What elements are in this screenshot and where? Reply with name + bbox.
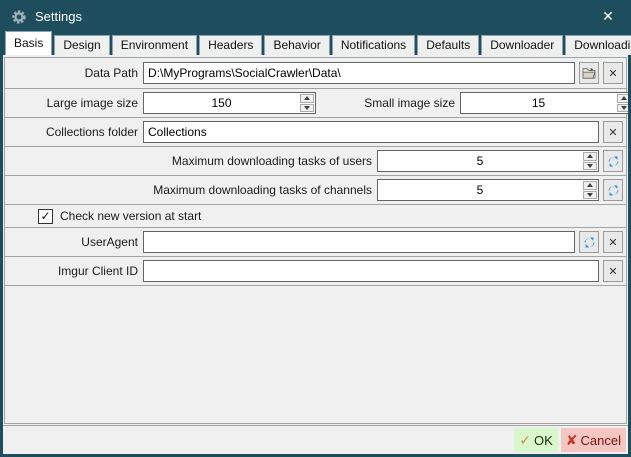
collections-folder-label: Collections folder (8, 125, 138, 139)
collections-folder-input[interactable] (143, 121, 599, 143)
cancel-x-icon: ✘ (566, 432, 578, 449)
max-tasks-users-row: Maximum downloading tasks of users (4, 146, 627, 176)
spinner-arrows (582, 180, 598, 200)
spin-up-button[interactable] (583, 181, 597, 190)
spin-down-button[interactable] (617, 104, 628, 113)
max-tasks-channels-row: Maximum downloading tasks of channels (4, 175, 627, 205)
checkmark-icon: ✓ (40, 210, 50, 222)
refresh-icon (607, 184, 620, 197)
max-tasks-users-input[interactable] (378, 151, 582, 171)
tab-basis[interactable]: Basis (5, 31, 52, 55)
spin-up-button[interactable] (583, 152, 597, 161)
max-tasks-users-spinner (377, 150, 599, 172)
spinner-arrows (616, 93, 628, 113)
image-sizes-row: Large image size Small image size (4, 88, 627, 118)
basis-tab-page: Data Path ✕ Large image size Sm (3, 55, 628, 425)
clear-icon: ✕ (608, 236, 617, 249)
max-tasks-users-label: Maximum downloading tasks of users (8, 154, 372, 168)
clear-collections-button[interactable]: ✕ (603, 121, 623, 143)
useragent-row: UserAgent ✕ (4, 227, 627, 257)
useragent-input[interactable] (143, 231, 575, 253)
refresh-icon (583, 236, 596, 249)
small-image-size-spinner (460, 92, 628, 114)
browse-folder-button[interactable] (579, 62, 599, 84)
spinner-arrows (582, 151, 598, 171)
tab-downloader[interactable]: Downloader (481, 35, 563, 55)
tab-headers[interactable]: Headers (199, 35, 262, 55)
footer-bar: ✓ OK ✘ Cancel (3, 425, 628, 454)
window-title: Settings (35, 9, 82, 24)
folder-icon (582, 67, 596, 79)
max-tasks-channels-input[interactable] (378, 180, 582, 200)
imgur-client-id-row: Imgur Client ID ✕ (4, 256, 627, 286)
tab-design[interactable]: Design (54, 35, 109, 55)
spin-down-button[interactable] (583, 191, 597, 200)
clear-icon: ✕ (608, 67, 617, 80)
ok-check-icon: ✓ (519, 432, 531, 449)
ok-button-label: OK (534, 433, 553, 448)
gear-icon (11, 9, 27, 25)
collections-folder-row: Collections folder ✕ (4, 117, 627, 147)
max-tasks-channels-spinner (377, 179, 599, 201)
reset-useragent-button[interactable] (579, 231, 599, 253)
check-version-label: Check new version at start (60, 209, 201, 223)
tab-behavior[interactable]: Behavior (264, 35, 329, 55)
check-version-checkbox[interactable]: ✓ (38, 209, 53, 224)
tab-notifications[interactable]: Notifications (332, 35, 415, 55)
tab-environment[interactable]: Environment (112, 35, 197, 55)
imgur-client-id-label: Imgur Client ID (8, 264, 138, 278)
clear-icon: ✕ (608, 265, 617, 278)
reset-tasks-channels-button[interactable] (603, 179, 623, 201)
large-image-size-spinner (143, 92, 316, 114)
close-icon[interactable]: ✕ (598, 8, 618, 25)
small-image-size-label: Small image size (342, 96, 455, 110)
spin-up-button[interactable] (300, 94, 314, 103)
large-image-size-label: Large image size (8, 96, 138, 110)
cancel-button[interactable]: ✘ Cancel (561, 428, 626, 452)
imgur-client-id-input[interactable] (143, 260, 599, 282)
spin-up-button[interactable] (617, 94, 628, 103)
small-image-size-input[interactable] (461, 93, 616, 113)
clear-icon: ✕ (608, 126, 617, 139)
reset-tasks-users-button[interactable] (603, 150, 623, 172)
spin-down-button[interactable] (300, 104, 314, 113)
spinner-arrows (299, 93, 315, 113)
titlebar: Settings ✕ (3, 3, 628, 30)
useragent-label: UserAgent (8, 235, 138, 249)
cancel-button-label: Cancel (581, 433, 621, 448)
tab-downloading[interactable]: Downloading (565, 35, 631, 55)
large-image-size-input[interactable] (144, 93, 299, 113)
ok-button[interactable]: ✓ OK (514, 428, 558, 452)
clear-imgur-button[interactable]: ✕ (603, 260, 623, 282)
check-version-row: ✓ Check new version at start (4, 204, 627, 228)
clear-data-path-button[interactable]: ✕ (603, 62, 623, 84)
data-path-label: Data Path (8, 66, 138, 80)
max-tasks-channels-label: Maximum downloading tasks of channels (8, 183, 372, 197)
settings-window: Settings ✕ Basis Design Environment Head… (0, 0, 631, 457)
clear-useragent-button[interactable]: ✕ (603, 231, 623, 253)
tab-strip: Basis Design Environment Headers Behavio… (3, 30, 628, 55)
data-path-row: Data Path ✕ (4, 57, 627, 89)
data-path-input[interactable] (143, 62, 575, 84)
refresh-icon (607, 155, 620, 168)
empty-panel (4, 285, 627, 424)
spin-down-button[interactable] (583, 162, 597, 171)
tab-defaults[interactable]: Defaults (417, 35, 479, 55)
